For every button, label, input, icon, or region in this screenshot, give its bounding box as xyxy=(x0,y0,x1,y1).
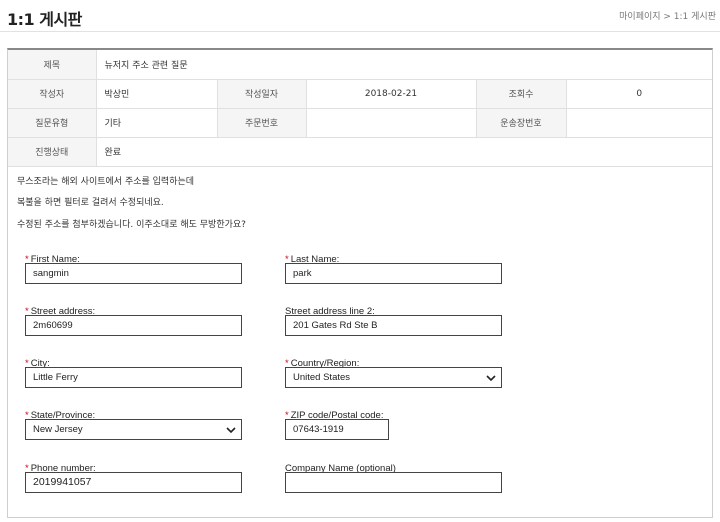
last-name-input[interactable]: park xyxy=(285,263,502,284)
tracking-label: 운송장번호 xyxy=(476,108,567,138)
city-input[interactable]: Little Ferry xyxy=(25,367,242,388)
post-panel: 제목 뉴저지 주소 관련 질문 작성자 박상민 작성일자 2018-02-21 … xyxy=(7,48,713,518)
status-label: 진행상태 xyxy=(8,137,97,167)
type-row: 질문유형 기타 주문번호 운송장번호 xyxy=(8,108,712,138)
body-line: 수정된 주소를 첨부하겠습니다. 이주소대로 해도 무방한가요? xyxy=(17,219,246,230)
post-body: 무스조라는 해외 사이트에서 주소를 입력하는데 복불을 하면 필터로 걸려서 … xyxy=(8,167,712,240)
street-input[interactable]: 2m60699 xyxy=(25,315,242,336)
subject-value: 뉴저지 주소 관련 질문 xyxy=(96,50,712,80)
country-select[interactable]: United States xyxy=(285,367,502,388)
tracking-value xyxy=(566,108,712,138)
state-value: New Jersey xyxy=(33,424,83,435)
post-info-table: 제목 뉴저지 주소 관련 질문 작성자 박상민 작성일자 2018-02-21 … xyxy=(8,50,712,167)
company-input[interactable] xyxy=(285,472,502,493)
zip-input[interactable]: 07643-1919 xyxy=(285,419,389,440)
date-label: 작성일자 xyxy=(217,79,307,109)
status-row: 진행상태 완료 xyxy=(8,137,712,167)
body-line: 무스조라는 해외 사이트에서 주소를 입력하는데 xyxy=(17,176,195,187)
country-value: United States xyxy=(293,372,351,383)
author-row: 작성자 박상민 작성일자 2018-02-21 조회수 0 xyxy=(8,79,712,109)
views-value: 0 xyxy=(566,79,712,109)
phone-input[interactable]: 2019941057 xyxy=(25,472,242,493)
type-label: 질문유형 xyxy=(8,108,97,138)
state-select[interactable]: New Jersey xyxy=(25,419,242,440)
street2-input[interactable]: 201 Gates Rd Ste B xyxy=(285,315,502,336)
date-value: 2018-02-21 xyxy=(306,79,477,109)
chevron-down-icon xyxy=(486,375,496,382)
order-label: 주문번호 xyxy=(217,108,307,138)
type-value: 기타 xyxy=(96,108,218,138)
author-label: 작성자 xyxy=(8,79,97,109)
author-value: 박상민 xyxy=(96,79,218,109)
breadcrumb[interactable]: 마이페이지 > 1:1 게시판 xyxy=(619,9,716,22)
order-value xyxy=(306,108,477,138)
subject-row: 제목 뉴저지 주소 관련 질문 xyxy=(8,50,712,80)
page-title: 1:1 게시판 xyxy=(7,10,82,29)
views-label: 조회수 xyxy=(476,79,567,109)
header-divider xyxy=(0,31,720,32)
address-form: * First Name: sangmin * Last Name: park * S… xyxy=(8,239,712,517)
chevron-down-icon xyxy=(226,427,236,434)
subject-label: 제목 xyxy=(8,50,97,80)
status-value: 완료 xyxy=(96,137,712,167)
body-line: 복불을 하면 필터로 걸려서 수정되네요. xyxy=(17,198,164,208)
first-name-input[interactable]: sangmin xyxy=(25,263,242,284)
